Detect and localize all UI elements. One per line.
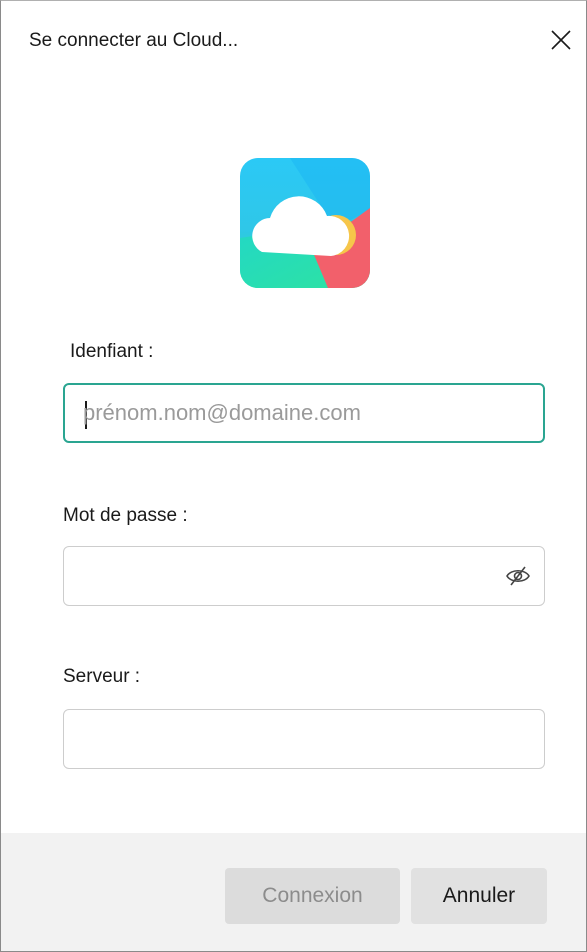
password-field[interactable]: [63, 546, 545, 606]
username-field[interactable]: [63, 383, 545, 443]
close-button[interactable]: [544, 23, 578, 57]
username-label: Idenfiant :: [70, 341, 154, 362]
title-bar: Se connecter au Cloud...: [1, 1, 586, 81]
dialog-footer: Connexion Annuler: [1, 833, 586, 951]
server-label: Serveur :: [63, 666, 141, 687]
password-label: Mot de passe :: [63, 505, 188, 526]
password-input[interactable]: [82, 547, 492, 605]
username-input[interactable]: [83, 385, 493, 441]
cancel-button[interactable]: Annuler: [411, 868, 547, 924]
connect-button[interactable]: Connexion: [225, 868, 400, 924]
dialog-title: Se connecter au Cloud...: [29, 30, 239, 51]
login-dialog: Se connecter au Cloud... Idenfiant: pré…: [0, 0, 587, 952]
eye-slash-icon[interactable]: [504, 564, 532, 588]
server-input[interactable]: [82, 710, 492, 768]
cloud-app-logo: [240, 158, 370, 288]
close-icon: [551, 30, 571, 50]
server-field[interactable]: [63, 709, 545, 769]
